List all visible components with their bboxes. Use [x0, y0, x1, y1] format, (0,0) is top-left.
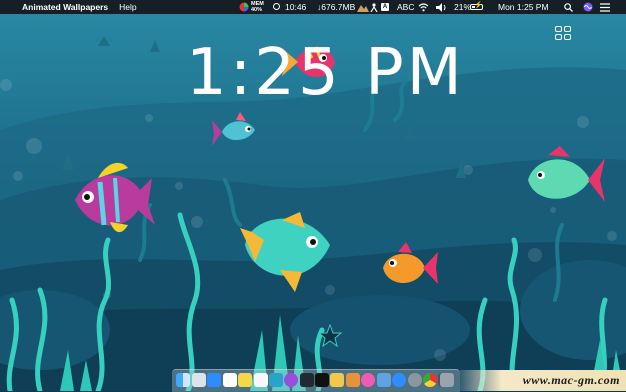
volume-icon[interactable]	[436, 3, 447, 12]
chrome-icon[interactable]	[423, 373, 437, 387]
memory-status[interactable]: MEM 40%	[251, 1, 264, 13]
battery-percent[interactable]: 21%	[454, 0, 471, 14]
itunes-icon[interactable]	[361, 373, 375, 387]
notification-center-icon[interactable]	[600, 3, 610, 12]
music-widget-icon[interactable]	[300, 373, 314, 387]
mountain-icon[interactable]	[357, 2, 369, 12]
siri-icon[interactable]	[583, 2, 593, 12]
charging-icon: ⚡	[474, 2, 483, 9]
stickies-icon[interactable]	[330, 373, 344, 387]
network-speed[interactable]: ↓676.7MB	[317, 0, 355, 14]
menu-clock[interactable]: Mon 1:25 PM	[498, 0, 549, 14]
person-icon[interactable]	[370, 3, 378, 12]
dock	[172, 369, 460, 392]
photos-icon[interactable]	[269, 373, 283, 387]
color-wheel-icon[interactable]	[239, 2, 249, 12]
wallpaper-clock: 1:25 PM	[186, 36, 465, 110]
watermark: www.mac-gm.com	[460, 370, 626, 391]
spotlight-search-icon[interactable]	[564, 3, 573, 12]
time-tracker[interactable]: 10:46	[285, 0, 306, 14]
books-icon[interactable]	[346, 373, 360, 387]
reminders-icon[interactable]	[254, 373, 268, 387]
safari-icon[interactable]	[392, 373, 406, 387]
calendar-icon[interactable]	[223, 373, 237, 387]
trash-icon[interactable]	[440, 373, 454, 387]
input-source[interactable]: ABC	[397, 0, 414, 14]
finder-icon[interactable]	[176, 373, 190, 387]
grid-icon[interactable]	[555, 26, 572, 41]
notes-icon[interactable]	[238, 373, 252, 387]
launchpad-icon[interactable]	[192, 373, 206, 387]
clock-widget-icon[interactable]	[315, 373, 329, 387]
clock-icon	[273, 3, 280, 10]
podcasts-icon[interactable]	[284, 373, 298, 387]
app-store-icon[interactable]	[207, 373, 221, 387]
input-source-icon[interactable]: A	[381, 3, 389, 11]
wifi-icon[interactable]	[418, 3, 429, 12]
system-preferences-icon[interactable]	[408, 373, 422, 387]
app-menu[interactable]: Animated Wallpapers	[22, 2, 108, 12]
preview-icon[interactable]	[377, 373, 391, 387]
help-menu[interactable]: Help	[119, 2, 136, 12]
